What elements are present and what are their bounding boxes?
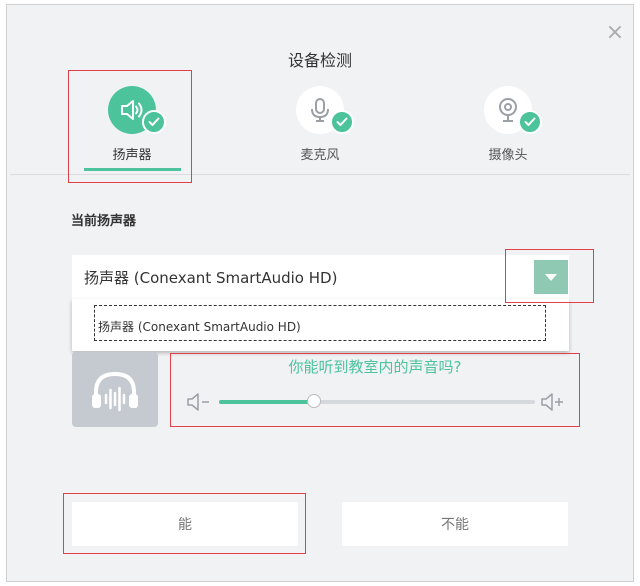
volume-down-icon[interactable]	[186, 393, 212, 415]
speaker-dropdown-list: 扬声器 (Conexant SmartAudio HD)	[72, 299, 569, 351]
tab-speaker[interactable]: 扬声器	[82, 86, 182, 163]
dropdown-toggle-button[interactable]	[534, 260, 568, 294]
camera-icon	[484, 86, 542, 134]
volume-slider-thumb[interactable]	[306, 394, 321, 408]
tab-label: 麦克风	[300, 148, 340, 163]
volume-fill	[219, 400, 314, 404]
speaker-option[interactable]: 扬声器 (Conexant SmartAudio HD)	[94, 305, 546, 341]
tab-camera[interactable]: 摄像头	[458, 86, 558, 163]
divider	[10, 174, 630, 175]
headphones-icon	[72, 352, 158, 427]
current-speaker-label: 当前扬声器	[71, 214, 137, 229]
volume-slider[interactable]	[219, 394, 535, 408]
dialog-title: 设备检测	[287, 51, 352, 70]
check-icon	[330, 110, 354, 134]
caret-down-icon	[545, 273, 557, 281]
tab-microphone[interactable]: 麦克风	[270, 86, 370, 163]
hearing-question: 你能听到教室内的声音吗?	[288, 358, 462, 376]
tab-label: 扬声器	[112, 148, 152, 163]
yes-button[interactable]: 能	[72, 502, 298, 546]
close-icon[interactable]: ×	[605, 22, 625, 44]
no-button[interactable]: 不能	[342, 502, 568, 546]
speaker-select-value: 扬声器 (Conexant SmartAudio HD)	[84, 269, 338, 287]
microphone-icon	[296, 86, 354, 134]
active-tab-indicator	[84, 168, 181, 171]
speaker-select[interactable]: 扬声器 (Conexant SmartAudio HD)	[72, 255, 569, 299]
speaker-icon	[108, 86, 166, 134]
tab-label: 摄像头	[488, 148, 528, 163]
volume-up-icon[interactable]	[540, 393, 566, 415]
check-icon	[518, 110, 542, 134]
check-icon	[142, 110, 166, 134]
